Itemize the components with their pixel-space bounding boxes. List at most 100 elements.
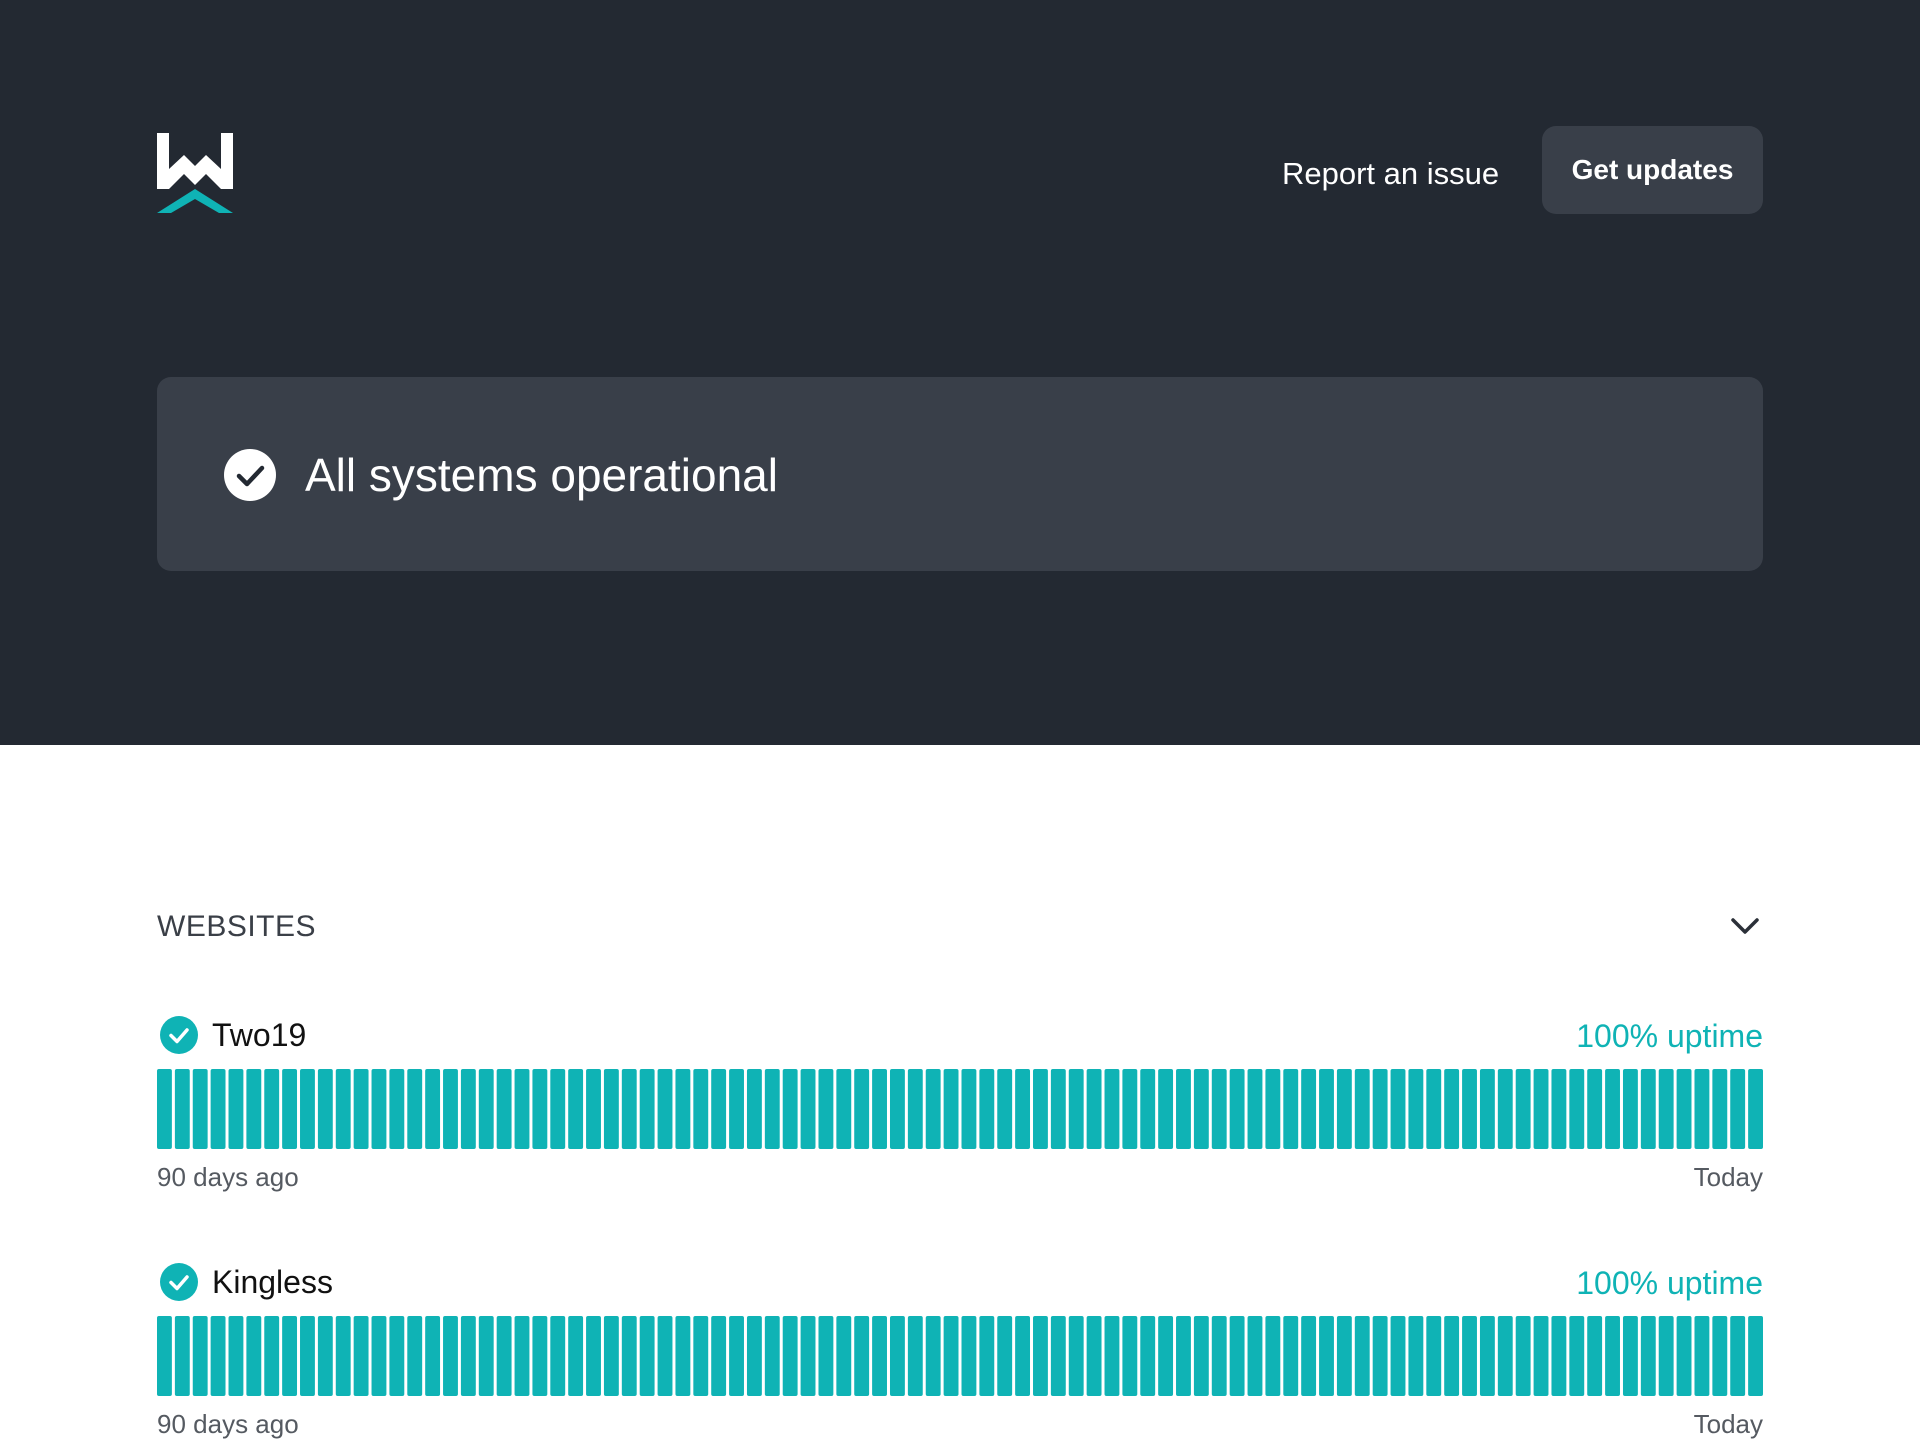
uptime-day-bar[interactable]: [657, 1316, 673, 1396]
uptime-day-bar[interactable]: [1587, 1316, 1603, 1396]
uptime-day-bar[interactable]: [1158, 1069, 1174, 1149]
uptime-day-bar[interactable]: [693, 1069, 709, 1149]
uptime-day-bar[interactable]: [1193, 1069, 1209, 1149]
uptime-day-bar[interactable]: [1694, 1316, 1710, 1396]
uptime-day-bar[interactable]: [282, 1316, 298, 1396]
uptime-day-bar[interactable]: [746, 1069, 762, 1149]
uptime-day-bar[interactable]: [1176, 1316, 1191, 1396]
uptime-day-bar[interactable]: [496, 1316, 512, 1396]
uptime-day-bar[interactable]: [836, 1069, 852, 1149]
uptime-day-bar[interactable]: [1444, 1069, 1460, 1149]
uptime-day-bar[interactable]: [1479, 1069, 1495, 1149]
uptime-day-bar[interactable]: [568, 1069, 584, 1149]
uptime-day-bar[interactable]: [550, 1316, 566, 1396]
uptime-day-bar[interactable]: [1622, 1316, 1638, 1396]
uptime-day-bar[interactable]: [1193, 1316, 1209, 1396]
uptime-day-bar[interactable]: [889, 1069, 905, 1149]
uptime-day-bar[interactable]: [335, 1316, 351, 1396]
uptime-day-bar[interactable]: [657, 1069, 673, 1149]
uptime-day-bar[interactable]: [1158, 1316, 1174, 1396]
uptime-day-bar[interactable]: [693, 1316, 709, 1396]
uptime-day-bar[interactable]: [1354, 1069, 1370, 1149]
uptime-day-bar[interactable]: [925, 1069, 941, 1149]
uptime-day-bar[interactable]: [1122, 1316, 1138, 1396]
uptime-day-bar[interactable]: [1390, 1316, 1406, 1396]
uptime-day-bar[interactable]: [1104, 1316, 1120, 1396]
uptime-day-bar[interactable]: [639, 1069, 655, 1149]
uptime-day-bar[interactable]: [1694, 1069, 1710, 1149]
uptime-day-bar[interactable]: [1319, 1316, 1334, 1396]
uptime-day-bar[interactable]: [353, 1069, 369, 1149]
workspace-logo-icon[interactable]: [157, 133, 233, 213]
uptime-day-bar[interactable]: [1336, 1316, 1352, 1396]
uptime-day-bar[interactable]: [300, 1069, 315, 1149]
uptime-day-bar[interactable]: [1301, 1316, 1317, 1396]
uptime-day-bar[interactable]: [1533, 1069, 1549, 1149]
uptime-day-bar[interactable]: [586, 1316, 601, 1396]
uptime-day-bar[interactable]: [854, 1316, 870, 1396]
uptime-day-bar[interactable]: [603, 1316, 619, 1396]
uptime-day-bar[interactable]: [729, 1069, 744, 1149]
uptime-day-bar[interactable]: [443, 1316, 458, 1396]
uptime-day-bar[interactable]: [764, 1069, 780, 1149]
uptime-day-bar[interactable]: [228, 1069, 244, 1149]
uptime-day-bar[interactable]: [1390, 1069, 1406, 1149]
uptime-day-bar[interactable]: [1462, 1069, 1477, 1149]
uptime-day-bar[interactable]: [943, 1316, 959, 1396]
uptime-day-bar[interactable]: [782, 1316, 798, 1396]
uptime-day-bar[interactable]: [854, 1069, 870, 1149]
uptime-day-bar[interactable]: [675, 1316, 691, 1396]
uptime-day-bar[interactable]: [371, 1316, 387, 1396]
uptime-day-bar[interactable]: [407, 1316, 423, 1396]
uptime-day-bar[interactable]: [514, 1069, 530, 1149]
uptime-day-bar[interactable]: [1372, 1069, 1388, 1149]
uptime-day-bar[interactable]: [1211, 1316, 1227, 1396]
uptime-day-bar[interactable]: [997, 1316, 1013, 1396]
uptime-day-bar[interactable]: [746, 1316, 762, 1396]
uptime-day-bar[interactable]: [228, 1316, 244, 1396]
uptime-day-bar[interactable]: [460, 1069, 476, 1149]
uptime-day-bar[interactable]: [943, 1069, 959, 1149]
uptime-day-bar[interactable]: [264, 1069, 280, 1149]
uptime-day-bar[interactable]: [1050, 1316, 1066, 1396]
uptime-day-bar[interactable]: [210, 1069, 226, 1149]
uptime-day-bar[interactable]: [1033, 1069, 1048, 1149]
uptime-day-bar[interactable]: [550, 1069, 566, 1149]
uptime-day-bar[interactable]: [979, 1316, 995, 1396]
uptime-day-bar[interactable]: [1730, 1069, 1746, 1149]
uptime-day-bar[interactable]: [1211, 1069, 1227, 1149]
group-header-websites[interactable]: WEBSITES: [157, 900, 1763, 952]
uptime-day-bar[interactable]: [353, 1316, 369, 1396]
uptime-day-bar[interactable]: [532, 1069, 548, 1149]
uptime-day-bar[interactable]: [425, 1316, 441, 1396]
uptime-day-bar[interactable]: [157, 1069, 172, 1149]
uptime-day-bar[interactable]: [961, 1316, 977, 1396]
uptime-day-bar[interactable]: [1247, 1069, 1263, 1149]
uptime-day-bar[interactable]: [1372, 1316, 1388, 1396]
uptime-day-bar[interactable]: [407, 1069, 423, 1149]
uptime-day-bar[interactable]: [1068, 1069, 1084, 1149]
uptime-day-bar[interactable]: [443, 1069, 458, 1149]
uptime-day-bar[interactable]: [1587, 1069, 1603, 1149]
uptime-day-bar[interactable]: [1533, 1316, 1549, 1396]
uptime-day-bar[interactable]: [514, 1316, 530, 1396]
uptime-day-bar[interactable]: [1068, 1316, 1084, 1396]
uptime-day-bar[interactable]: [729, 1316, 744, 1396]
uptime-day-bar[interactable]: [389, 1069, 405, 1149]
uptime-day-bar[interactable]: [961, 1069, 977, 1149]
uptime-day-bar[interactable]: [1283, 1069, 1299, 1149]
uptime-day-bar[interactable]: [836, 1316, 852, 1396]
uptime-day-bar[interactable]: [1605, 1316, 1620, 1396]
uptime-day-bar[interactable]: [1104, 1069, 1120, 1149]
uptime-day-bar[interactable]: [1497, 1069, 1513, 1149]
uptime-day-bar[interactable]: [1122, 1069, 1138, 1149]
uptime-day-bar[interactable]: [1479, 1316, 1495, 1396]
uptime-day-bar[interactable]: [460, 1316, 476, 1396]
uptime-day-bar[interactable]: [496, 1069, 512, 1149]
report-issue-link[interactable]: Report an issue: [1282, 156, 1502, 192]
uptime-day-bar[interactable]: [282, 1069, 298, 1149]
uptime-day-bar[interactable]: [192, 1069, 208, 1149]
uptime-day-bar[interactable]: [1033, 1316, 1048, 1396]
uptime-day-bar[interactable]: [174, 1316, 190, 1396]
uptime-day-bar[interactable]: [1551, 1316, 1567, 1396]
